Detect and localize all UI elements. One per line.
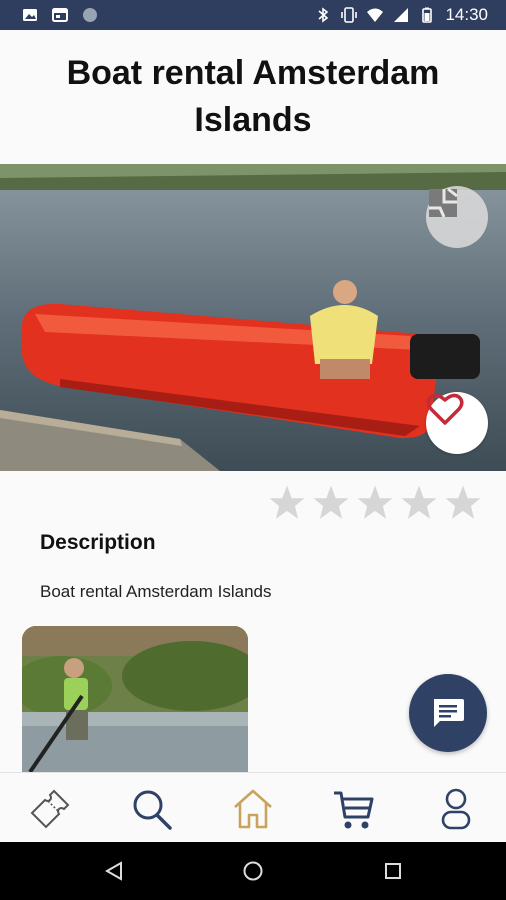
tab-search[interactable] bbox=[128, 785, 176, 833]
battery-icon bbox=[422, 7, 433, 23]
bluetooth-icon bbox=[318, 7, 329, 23]
paddleboard-photo bbox=[22, 626, 248, 772]
header: Boat rental Amsterdam Islands bbox=[0, 30, 506, 164]
gallery-thumbnail[interactable] bbox=[22, 626, 248, 772]
circle-home-icon bbox=[243, 861, 263, 881]
back-icon bbox=[104, 861, 122, 881]
circle-icon bbox=[83, 8, 97, 22]
wifi-icon bbox=[367, 8, 384, 22]
star-icon[interactable] bbox=[312, 484, 350, 522]
description-heading: Description bbox=[40, 531, 156, 554]
back-button[interactable] bbox=[102, 859, 126, 883]
status-bar: 14:30 bbox=[0, 0, 506, 30]
map-button[interactable] bbox=[426, 186, 488, 248]
home-system-button[interactable] bbox=[241, 859, 265, 883]
description-text: Boat rental Amsterdam Islands bbox=[40, 582, 272, 601]
home-icon bbox=[234, 789, 272, 829]
page-title: Boat rental Amsterdam Islands bbox=[66, 54, 440, 139]
search-icon bbox=[133, 790, 172, 830]
square-icon bbox=[385, 863, 401, 879]
rating-stars[interactable] bbox=[268, 484, 482, 522]
star-icon[interactable] bbox=[444, 484, 482, 522]
calendar-icon bbox=[52, 8, 68, 22]
user-icon bbox=[441, 788, 471, 830]
tab-home[interactable] bbox=[229, 785, 277, 833]
heart-icon bbox=[426, 393, 464, 425]
chat-icon bbox=[434, 699, 464, 727]
status-time: 14:30 bbox=[445, 5, 488, 24]
tab-tickets[interactable] bbox=[26, 785, 74, 833]
signal-icon bbox=[394, 8, 409, 22]
cart-icon bbox=[334, 791, 374, 829]
tab-cart[interactable] bbox=[330, 785, 378, 833]
star-icon[interactable] bbox=[268, 484, 306, 522]
tab-profile[interactable] bbox=[432, 785, 480, 833]
ticket-icon bbox=[30, 789, 70, 829]
star-icon[interactable] bbox=[356, 484, 394, 522]
vibrate-icon bbox=[341, 7, 358, 23]
image-icon bbox=[23, 9, 37, 21]
hero-image bbox=[0, 164, 506, 471]
system-nav-bar bbox=[0, 842, 506, 900]
favorite-button[interactable] bbox=[426, 392, 488, 454]
recents-button[interactable] bbox=[381, 859, 405, 883]
star-icon[interactable] bbox=[400, 484, 438, 522]
map-icon bbox=[429, 187, 458, 218]
chat-button[interactable] bbox=[409, 674, 487, 752]
tab-bar bbox=[0, 772, 506, 842]
